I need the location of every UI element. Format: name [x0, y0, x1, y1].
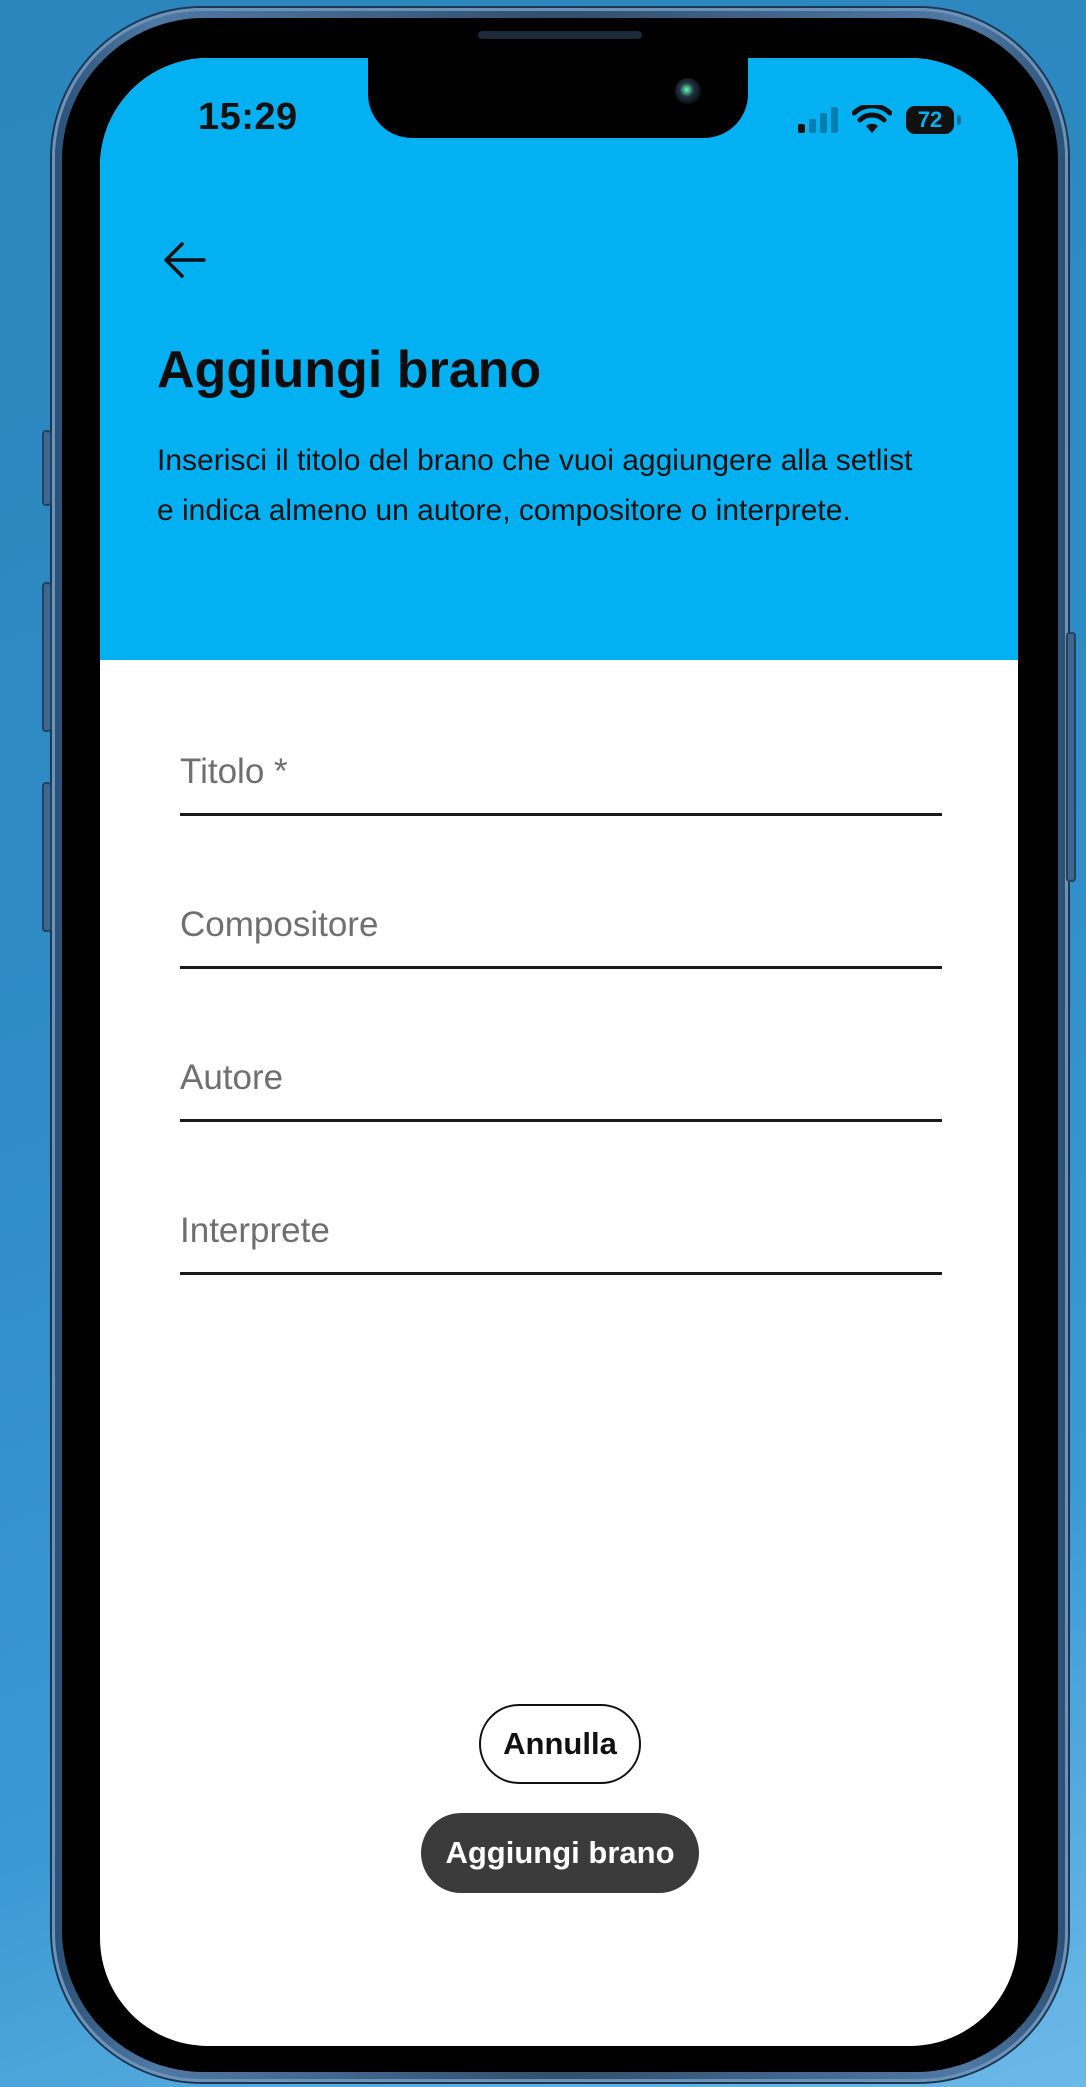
add-song-form [180, 740, 942, 1352]
add-song-button[interactable]: Aggiungi brano [421, 1813, 699, 1893]
battery-level: 72 [917, 107, 943, 132]
power-button [1066, 632, 1076, 882]
author-field-wrapper [180, 1046, 942, 1199]
wifi-icon [852, 105, 892, 133]
status-icons: 72 [798, 100, 961, 140]
back-button[interactable] [152, 228, 216, 292]
silent-switch [42, 430, 52, 506]
composer-input[interactable] [180, 893, 942, 969]
app-screen: 15:29 72 Aggiungi brano Inserisci il tit… [100, 58, 1018, 2046]
title-input[interactable] [180, 740, 942, 816]
earpiece-speaker [478, 31, 642, 39]
cancel-button[interactable]: Annulla [479, 1704, 641, 1784]
composer-field-wrapper [180, 893, 942, 1046]
arrow-left-icon [164, 242, 206, 278]
title-field-wrapper [180, 740, 942, 893]
cellular-signal-icon [798, 107, 838, 133]
performer-input[interactable] [180, 1199, 942, 1275]
front-camera [675, 78, 701, 104]
performer-field-wrapper [180, 1199, 942, 1352]
volume-down-button [42, 782, 52, 932]
volume-up-button [42, 582, 52, 732]
author-input[interactable] [180, 1046, 942, 1122]
status-time: 15:29 [198, 96, 298, 138]
dynamic-island [368, 58, 748, 138]
page-description: Inserisci il titolo del brano che vuoi a… [157, 444, 913, 527]
battery-icon: 72 [906, 106, 961, 134]
page-title: Aggiungi brano [157, 341, 542, 399]
header-panel: 15:29 72 Aggiungi brano Inserisci il tit… [100, 58, 1018, 660]
